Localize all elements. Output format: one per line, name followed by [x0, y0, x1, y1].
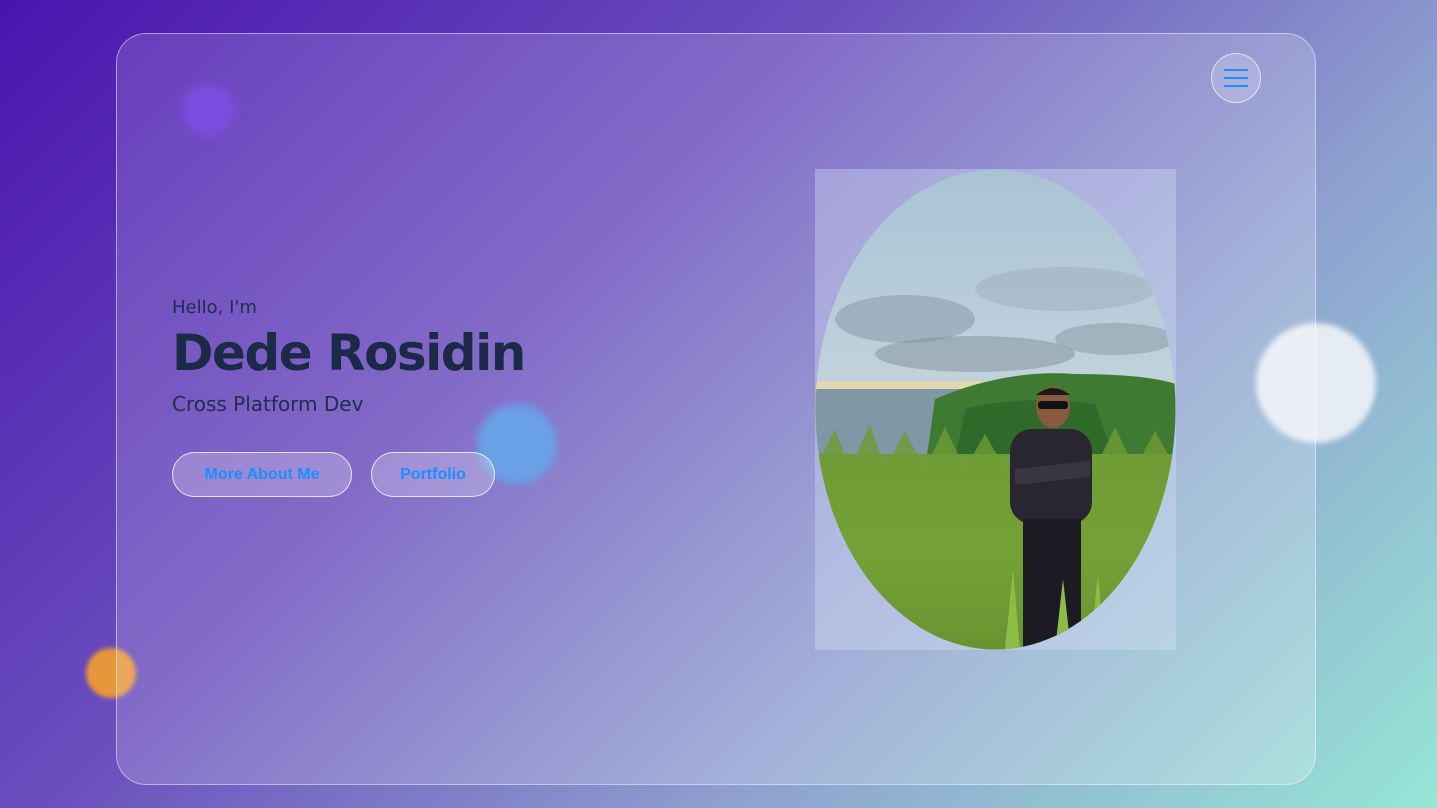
menu-button[interactable] [1211, 53, 1261, 103]
profile-photo-frame [815, 169, 1176, 650]
portfolio-button[interactable]: Portfolio [371, 452, 495, 497]
profile-photo [815, 169, 1176, 650]
decor-purple-circle [182, 84, 234, 136]
greeting-text: Hello, I'm [172, 297, 257, 318]
hero-card: Hello, I'm Dede Rosidin Cross Platform D… [116, 33, 1316, 785]
hero-role: Cross Platform Dev [172, 392, 364, 416]
hero-intro: Hello, I'm Dede Rosidin Cross Platform D… [172, 297, 526, 497]
hamburger-menu-icon [1224, 69, 1248, 87]
hero-name: Dede Rosidin [172, 324, 526, 382]
more-about-me-button[interactable]: More About Me [172, 452, 352, 497]
hero-actions: More About Me Portfolio [172, 452, 525, 497]
